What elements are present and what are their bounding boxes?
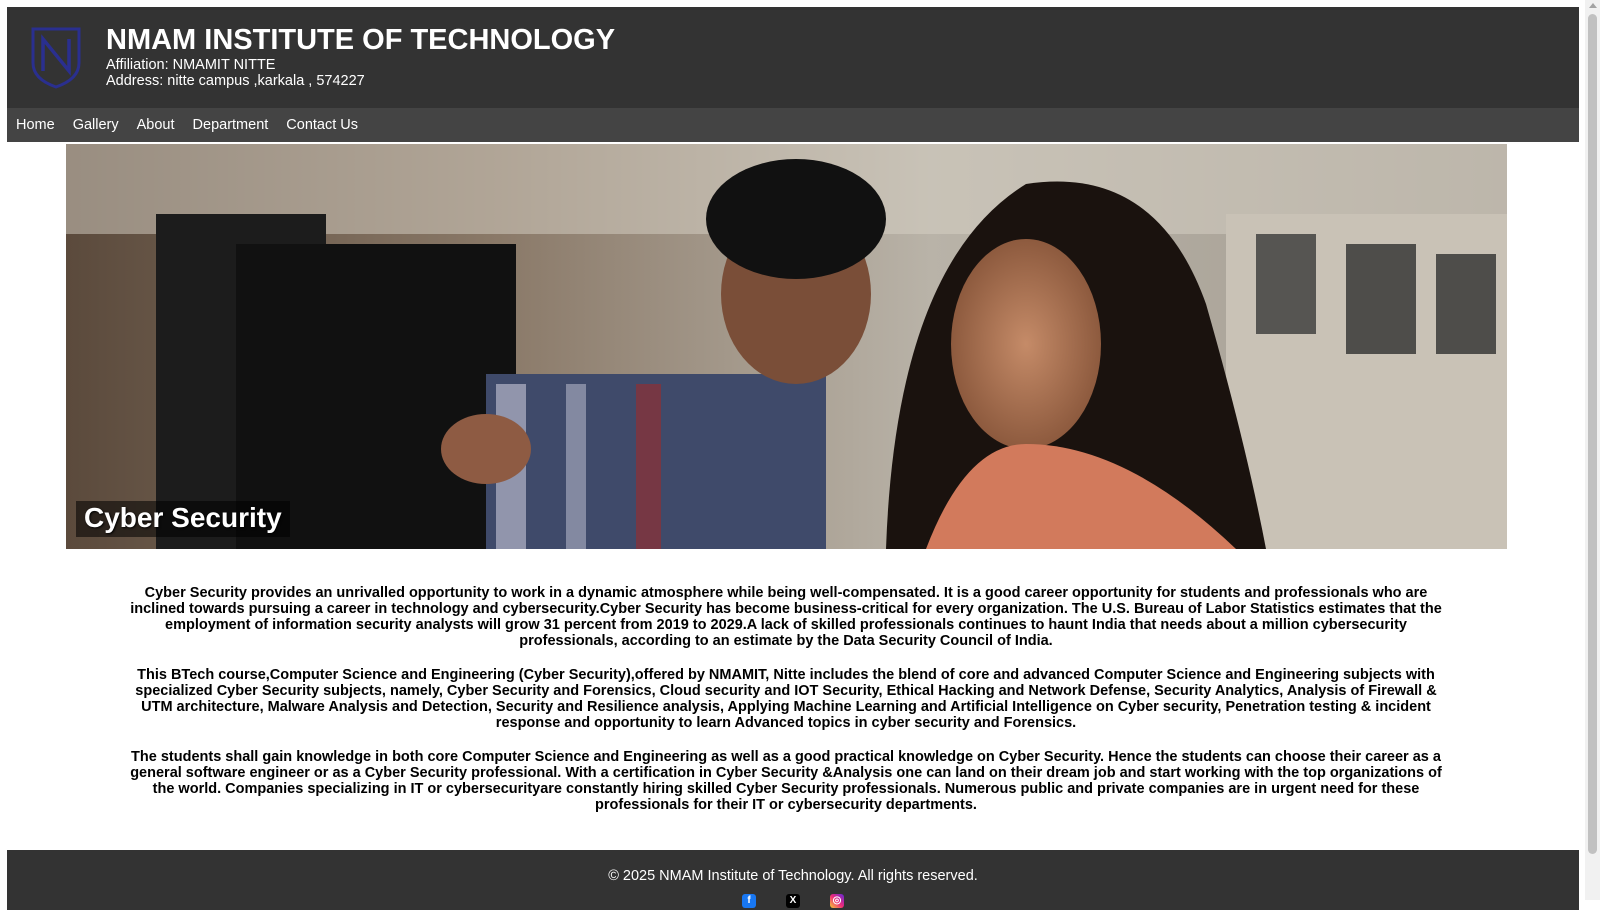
main-nav: Home Gallery About Department Contact Us	[7, 108, 1579, 142]
hero-caption: Cyber Security	[76, 501, 290, 537]
affiliation-text: Affiliation: NMAMIT NITTE	[106, 57, 276, 73]
paragraph-intro: Cyber Security provides an unrivalled op…	[130, 585, 1442, 649]
site-header: NMAM INSTITUTE OF TECHNOLOGY Affiliation…	[7, 7, 1579, 108]
nav-contact-link[interactable]: Contact Us	[286, 117, 358, 133]
nav-gallery-link[interactable]: Gallery	[73, 117, 119, 133]
paragraph-careers: The students shall gain knowledge in bot…	[130, 749, 1442, 813]
nav-about-link[interactable]: About	[137, 117, 175, 133]
facebook-icon[interactable]: f	[742, 894, 756, 908]
scroll-thumb[interactable]	[1588, 14, 1597, 854]
hero-banner: Cyber Security	[66, 144, 1507, 549]
hero-photo	[66, 144, 1507, 549]
site-title: NMAM INSTITUTE OF TECHNOLOGY	[106, 24, 616, 56]
vertical-scrollbar[interactable]	[1585, 0, 1600, 900]
program-description: Cyber Security provides an unrivalled op…	[130, 585, 1442, 831]
x-twitter-icon[interactable]: X	[786, 894, 800, 908]
page-container: NMAM INSTITUTE OF TECHNOLOGY Affiliation…	[7, 7, 1579, 142]
address-text: Address: nitte campus ,karkala , 574227	[106, 73, 365, 89]
instagram-icon[interactable]: ◎	[830, 894, 844, 908]
social-links: f X ◎	[7, 894, 1579, 908]
scroll-up-icon[interactable]	[1589, 3, 1597, 8]
nav-department-link[interactable]: Department	[193, 117, 269, 133]
nav-home-link[interactable]: Home	[16, 117, 55, 133]
paragraph-course: This BTech course,Computer Science and E…	[135, 667, 1437, 731]
site-footer: © 2025 NMAM Institute of Technology. All…	[7, 850, 1579, 910]
copyright-text: © 2025 NMAM Institute of Technology. All…	[608, 868, 978, 884]
nmamit-logo-icon	[31, 27, 81, 89]
